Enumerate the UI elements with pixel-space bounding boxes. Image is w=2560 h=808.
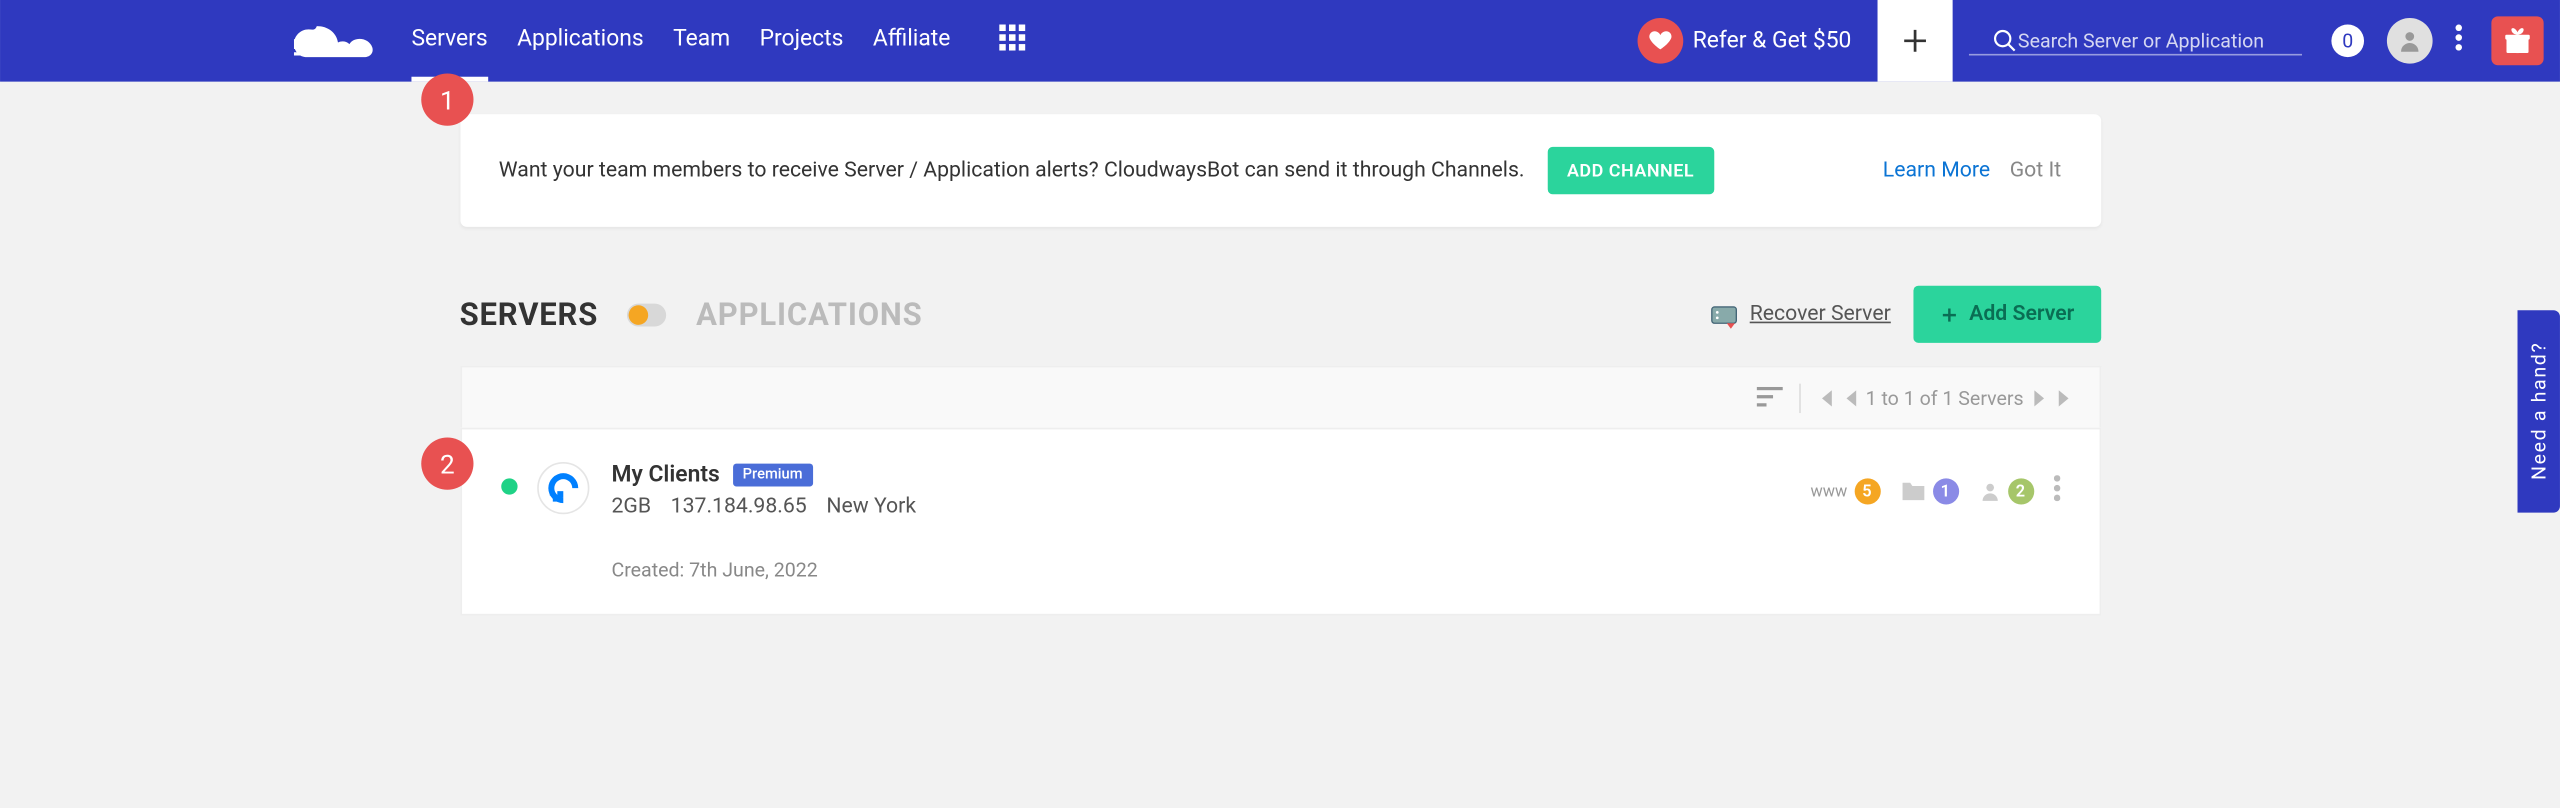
kebab-icon	[2053, 475, 2060, 501]
divider	[1799, 383, 1801, 412]
add-server-button[interactable]: Add Server	[1914, 286, 2101, 343]
www-count: 5	[1854, 478, 1880, 504]
server-info: My Clients Premium 2GB 137.184.98.65 New…	[611, 462, 1810, 581]
folder-count: 1	[1932, 478, 1958, 504]
gift-icon	[2503, 26, 2532, 55]
section-header: SERVERS APPLICATIONS Recover Server Add …	[460, 286, 2101, 343]
search-icon	[1992, 27, 2018, 53]
notice-text: Want your team members to receive Server…	[499, 158, 1525, 182]
last-page-icon[interactable]	[2056, 389, 2072, 405]
kebab-icon	[2455, 24, 2462, 50]
server-meta: 2GB 137.184.98.65 New York	[611, 495, 1810, 519]
user-avatar[interactable]	[2387, 18, 2433, 64]
server-ip: 137.184.98.65	[671, 495, 807, 519]
user-icon	[2397, 28, 2423, 54]
refer-label: Refer & Get $50	[1693, 28, 1852, 54]
logo[interactable]	[294, 19, 382, 63]
status-indicator	[500, 478, 516, 494]
tab-applications[interactable]: APPLICATIONS	[696, 296, 922, 334]
nav-affiliate[interactable]: Affiliate	[873, 1, 951, 81]
server-stats: www 5 1 2	[1811, 475, 2060, 508]
server-name: My Clients	[611, 462, 719, 488]
nav-team[interactable]: Team	[673, 1, 730, 81]
plus-icon	[1940, 304, 1960, 324]
pagination-text: 1 to 1 of 1 Servers	[1866, 386, 2024, 409]
servers-apps-toggle[interactable]	[628, 303, 667, 326]
apps-grid-icon[interactable]	[999, 24, 1025, 57]
first-page-icon[interactable]	[1817, 389, 1833, 405]
nav-servers[interactable]: Servers	[411, 1, 487, 81]
main-content: Want your team members to receive Server…	[0, 82, 2560, 616]
gift-button[interactable]	[2491, 16, 2543, 65]
nav-projects[interactable]: Projects	[760, 1, 844, 81]
provider-logo	[536, 462, 588, 514]
folder-icon	[1900, 480, 1926, 503]
annotation-marker-2: 2	[421, 438, 473, 490]
header-kebab[interactable]	[2442, 24, 2475, 57]
add-button[interactable]	[1878, 0, 1953, 82]
server-kebab[interactable]	[2053, 475, 2060, 508]
user-icon	[1978, 480, 2001, 503]
prev-page-icon[interactable]	[1843, 389, 1856, 405]
nav-applications[interactable]: Applications	[517, 1, 644, 81]
recover-label: Recover Server	[1750, 302, 1891, 326]
search-area	[1969, 27, 2302, 55]
notification-count[interactable]: 0	[2331, 24, 2364, 57]
folder-stat[interactable]: 1	[1900, 478, 1959, 504]
server-card[interactable]: My Clients Premium 2GB 137.184.98.65 New…	[460, 428, 2101, 616]
server-created: Created: 7th June, 2022	[611, 558, 1810, 581]
refer-button[interactable]: Refer & Get $50	[1611, 18, 1877, 64]
heart-icon	[1637, 18, 1683, 64]
header-right: Refer & Get $50 0	[1611, 0, 2560, 82]
www-icon: www	[1811, 482, 1848, 500]
pagination: 1 to 1 of 1 Servers	[1817, 386, 2073, 409]
channels-notice: Want your team members to receive Server…	[460, 114, 2101, 227]
main-nav: Servers Applications Team Projects Affil…	[411, 1, 950, 81]
user-count: 2	[2007, 478, 2033, 504]
sort-icon	[1756, 387, 1782, 407]
add-server-label: Add Server	[1969, 302, 2074, 326]
tab-servers[interactable]: SERVERS	[460, 296, 599, 334]
annotation-marker-1: 1	[421, 73, 473, 125]
next-page-icon[interactable]	[2033, 389, 2046, 405]
recover-icon	[1707, 298, 1740, 331]
help-tab[interactable]: Need a hand?	[2518, 310, 2560, 512]
search-input[interactable]	[2018, 29, 2279, 52]
add-channel-button[interactable]: ADD CHANNEL	[1547, 147, 1713, 194]
recover-server-link[interactable]: Recover Server	[1707, 298, 1891, 331]
sort-button[interactable]	[1756, 382, 1782, 413]
digitalocean-icon	[545, 470, 581, 506]
learn-more-link[interactable]: Learn More	[1883, 158, 1990, 182]
list-toolbar: 1 to 1 of 1 Servers	[460, 366, 2101, 428]
server-size: 2GB	[611, 495, 651, 519]
www-stat[interactable]: www 5	[1811, 478, 1880, 504]
top-header: Servers Applications Team Projects Affil…	[0, 0, 2560, 82]
user-stat[interactable]: 2	[1978, 478, 2034, 504]
section-actions: Recover Server Add Server	[1707, 286, 2100, 343]
plus-icon	[1899, 24, 1932, 57]
notice-links: Learn More Got It	[1883, 158, 2061, 182]
server-location: New York	[826, 495, 916, 519]
got-it-link[interactable]: Got It	[2010, 158, 2062, 182]
premium-badge: Premium	[733, 464, 812, 487]
